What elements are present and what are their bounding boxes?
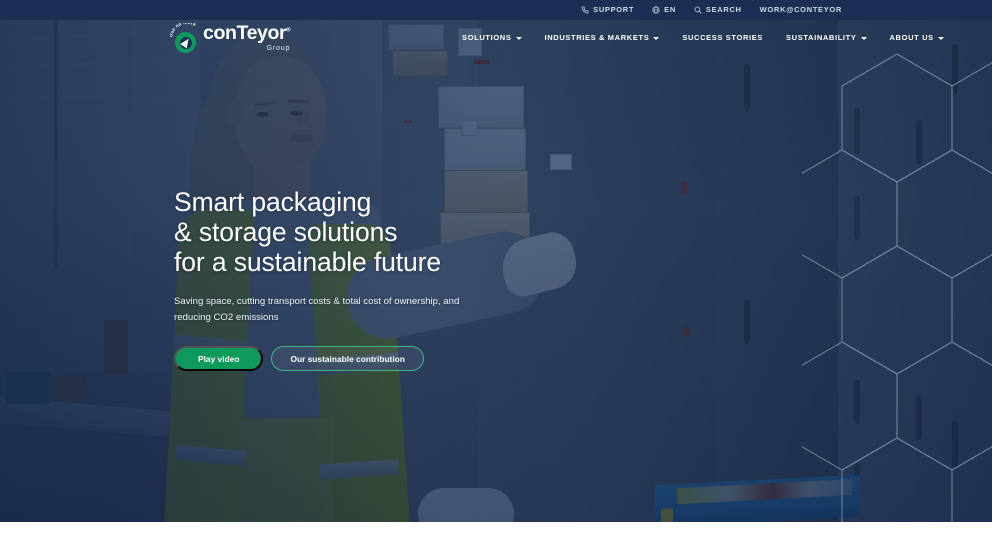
nav-item-sustainability[interactable]: SUSTAINABILITY xyxy=(786,33,867,42)
sustainable-contribution-button[interactable]: Our sustainable contribution xyxy=(271,346,424,372)
nav-label: SOLUTIONS xyxy=(462,33,512,42)
utility-search-label: SEARCH xyxy=(705,5,742,15)
site-header: Use no more conTeyor® Group SOLUTIONS IN… xyxy=(0,20,992,62)
utility-language-selector[interactable]: EN xyxy=(652,6,676,14)
chevron-down-icon xyxy=(653,36,660,40)
globe-icon xyxy=(652,6,660,14)
utility-bar: SUPPORT EN SEARCH WORK@CONTEYOR xyxy=(0,0,992,20)
logo-subtitle: Group xyxy=(266,45,291,52)
utility-language-label: EN xyxy=(664,5,676,15)
page-title: Smart packaging & storage solutions for … xyxy=(174,187,654,278)
logo-leaf-arrow-icon xyxy=(179,36,192,49)
nav-item-industries-markets[interactable]: INDUSTRIES & MARKETS xyxy=(545,34,660,42)
headline-line-1: Smart packaging xyxy=(174,187,372,217)
page-body-area xyxy=(0,522,992,558)
logo-mark: Use no more xyxy=(170,23,200,54)
logo-word-b: Teyor xyxy=(236,21,287,44)
site-logo[interactable]: Use no more conTeyor® Group xyxy=(170,21,291,54)
logo-registered-mark: ® xyxy=(286,27,291,33)
utility-support-label: SUPPORT xyxy=(593,5,635,15)
nav-item-solutions[interactable]: SOLUTIONS xyxy=(462,34,522,42)
utility-careers-link[interactable]: WORK@CONTEYOR xyxy=(760,6,842,14)
chevron-down-icon xyxy=(515,36,522,40)
nav-item-about-us[interactable]: ABOUT US xyxy=(890,34,944,42)
nav-item-success-stories[interactable]: SUCCESS STORIES xyxy=(682,34,763,42)
utility-support-link[interactable]: SUPPORT xyxy=(581,6,634,14)
nav-label: ABOUT US xyxy=(889,33,934,42)
chevron-down-icon xyxy=(860,36,867,40)
play-video-button[interactable]: Play video xyxy=(174,346,264,372)
utility-search-button[interactable]: SEARCH xyxy=(694,6,742,14)
logo-word: conTeyor® xyxy=(203,21,291,44)
chevron-down-icon xyxy=(937,36,944,40)
utility-careers-label: WORK@CONTEYOR xyxy=(759,5,842,15)
nav-label: SUSTAINABILITY xyxy=(786,33,857,42)
nav-label: SUCCESS STORIES xyxy=(682,33,764,42)
phone-icon xyxy=(581,6,589,14)
logo-circle-icon xyxy=(175,32,196,53)
hero-button-row: Play video Our sustainable contribution xyxy=(174,346,654,372)
main-navigation: SOLUTIONS INDUSTRIES & MARKETS SUCCESS S… xyxy=(462,34,944,42)
hero-subcopy: Saving space, cutting transport costs & … xyxy=(174,295,460,323)
nav-label: INDUSTRIES & MARKETS xyxy=(544,33,650,42)
homepage: SUPPORT EN SEARCH WORK@CONTEYOR e no re … xyxy=(0,0,992,558)
logo-word-a: con xyxy=(203,21,237,44)
headline-line-2: & storage solutions xyxy=(174,216,398,247)
search-icon xyxy=(694,6,702,14)
hexagon-pattern-icon xyxy=(802,53,992,522)
headline-line-3: for a sustainable future xyxy=(174,246,442,277)
hero-content: Smart packaging & storage solutions for … xyxy=(174,187,654,372)
logo-wordmark: conTeyor® Group xyxy=(203,21,291,52)
